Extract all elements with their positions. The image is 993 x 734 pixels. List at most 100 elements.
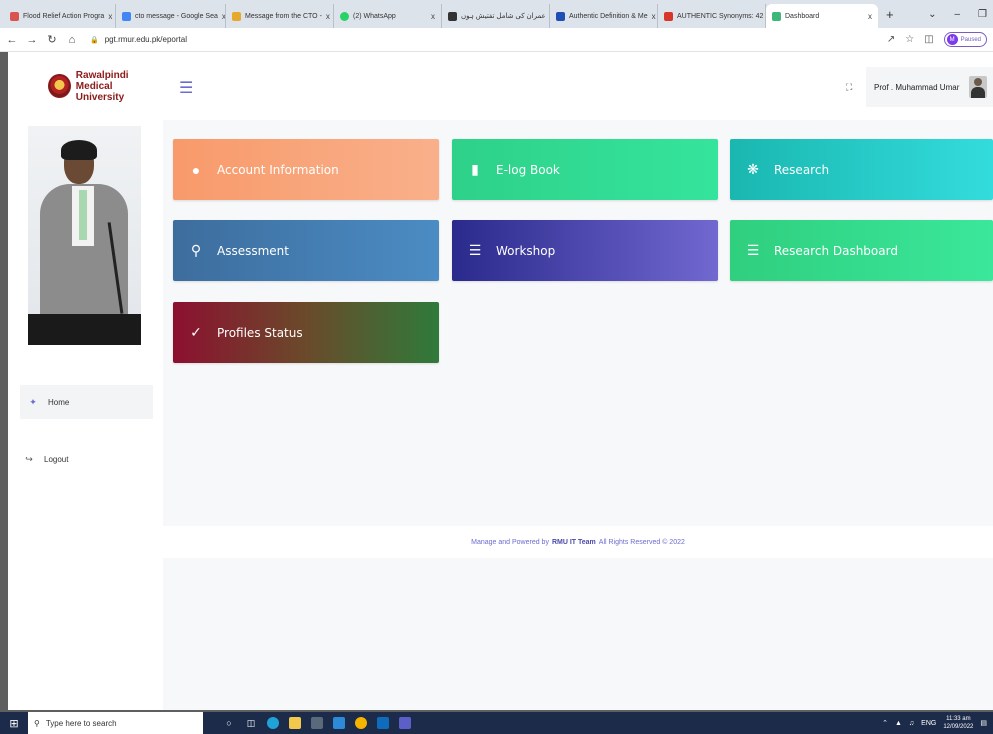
sidebar-item-label: Logout: [44, 454, 69, 464]
bookmark-star-icon[interactable]: ☆: [905, 34, 914, 45]
browser-tab[interactable]: عمران کی شامل تفتیش ہوں x: [442, 4, 550, 28]
forward-icon[interactable]: →: [26, 34, 38, 46]
windows-start-icon[interactable]: ⊞: [0, 717, 28, 730]
clock-date: 12/09/2022: [943, 724, 974, 730]
sidebar-item-logout[interactable]: ↪ Logout: [20, 442, 153, 476]
cortana-icon[interactable]: ○: [223, 717, 235, 729]
browser-tab[interactable]: cto message - Google Sea x: [116, 4, 226, 28]
footer-team-link[interactable]: RMU IT Team: [552, 539, 596, 546]
share-icon[interactable]: ↗: [887, 34, 895, 45]
outlook-icon[interactable]: [377, 717, 389, 729]
reload-icon[interactable]: ↻: [46, 33, 58, 46]
list-icon: ☰: [468, 242, 482, 258]
award-icon: ⚲: [190, 242, 202, 258]
taskbar-apps: ○ ◫: [223, 717, 411, 729]
tile-research[interactable]: ❋ Research: [730, 139, 993, 200]
user-icon: ●: [191, 161, 201, 178]
tab-search-icon[interactable]: ⌄: [928, 9, 936, 20]
tab-label: Authentic Definition & Me: [569, 12, 648, 20]
tab-close-icon[interactable]: x: [108, 12, 112, 21]
address-bar-actions: ↗ ☆ ◫ M Paused: [887, 32, 987, 47]
logout-icon: ↪: [25, 453, 33, 464]
browser-tab[interactable]: AUTHENTIC Synonyms: 42 x: [658, 4, 766, 28]
logo-line-2: University: [75, 91, 125, 103]
os-taskbar: ⊞ ⚲ Type here to search ○ ◫ ⌃ ▲ ♫ ENG 11…: [0, 712, 993, 734]
tile-account-information[interactable]: ● Account Information: [173, 139, 439, 200]
taskbar-clock[interactable]: 11:33 am 12/09/2022: [943, 715, 973, 731]
back-icon[interactable]: ←: [6, 34, 18, 46]
search-icon: ⚲: [34, 718, 40, 728]
page-footer: Manage and Powered by RMU IT Team All Ri…: [163, 526, 993, 558]
tile-e-log-book[interactable]: ▮ E-log Book: [452, 139, 718, 200]
clock-time: 11:33 am: [946, 716, 971, 722]
browser-tab-active[interactable]: Dashboard x: [766, 4, 878, 28]
fullscreen-icon[interactable]: ⛶: [846, 82, 852, 93]
url-field[interactable]: 🔒 pgt.rmur.edu.pk/eportal: [90, 35, 187, 44]
browser-tab[interactable]: Message from the CTO - x: [226, 4, 334, 28]
taskbar-search-box[interactable]: ⚲ Type here to search: [28, 712, 203, 734]
language-indicator[interactable]: ENG: [921, 720, 936, 727]
tab-favicon-icon: [10, 11, 19, 21]
maximize-icon[interactable]: ❐: [978, 9, 987, 20]
browser-tab[interactable]: (2) WhatsApp x: [334, 4, 442, 28]
tile-label: Research Dashboard: [774, 243, 898, 258]
file-explorer-icon[interactable]: [289, 717, 301, 729]
footer-prefix: Manage and Powered by: [471, 538, 549, 546]
window-controls: ⌄ – ❐: [928, 9, 993, 20]
url-text: pgt.rmur.edu.pk/eportal: [104, 35, 187, 44]
task-view-icon[interactable]: ◫: [245, 717, 257, 729]
university-emblem-icon: [48, 74, 71, 98]
top-header: Rawalpindi Medical University ☰ ⛶ Prof .…: [8, 52, 993, 120]
tray-chevron-icon[interactable]: ⌃: [882, 719, 888, 727]
tab-close-icon[interactable]: x: [431, 12, 435, 21]
university-logo[interactable]: Rawalpindi Medical University: [8, 52, 163, 120]
tab-favicon-icon: [232, 11, 241, 21]
tab-close-icon[interactable]: x: [326, 12, 330, 21]
user-profile-menu[interactable]: Prof . Muhammad Umar: [866, 67, 993, 107]
tile-profiles-status[interactable]: ✓ Profiles Status: [173, 302, 439, 363]
browser-tab-strip: Flood Relief Action Progra x cto message…: [0, 0, 993, 28]
new-tab-button[interactable]: +: [878, 7, 902, 22]
portal-page: Rawalpindi Medical University ☰ ⛶ Prof .…: [8, 52, 993, 710]
browser-tab[interactable]: Authentic Definition & Me x: [550, 4, 658, 28]
chrome-icon[interactable]: [355, 717, 367, 729]
list-icon: ☰: [746, 242, 760, 258]
menu-toggle-icon[interactable]: ☰: [179, 78, 193, 98]
tab-close-icon[interactable]: x: [868, 12, 872, 21]
tile-assessment[interactable]: ⚲ Assessment: [173, 220, 439, 281]
tile-label: Profiles Status: [217, 325, 303, 340]
user-avatar: [969, 76, 988, 98]
sidebar-item-label: Home: [48, 397, 70, 407]
user-name: Prof . Muhammad Umar: [874, 82, 960, 92]
edge-icon[interactable]: [267, 717, 279, 729]
tile-workshop[interactable]: ☰ Workshop: [452, 220, 718, 281]
profile-paused-button[interactable]: M Paused: [943, 32, 987, 47]
notifications-icon[interactable]: ▤: [980, 719, 987, 727]
calculator-icon[interactable]: [311, 717, 323, 729]
home-page-icon[interactable]: ⌂: [66, 34, 78, 46]
tab-favicon-icon: [664, 11, 673, 21]
sidebar: ✦ Home ↪ Logout: [8, 120, 163, 710]
tab-label: Message from the CTO -: [245, 12, 322, 20]
volume-icon[interactable]: ♫: [909, 720, 914, 727]
tab-close-icon[interactable]: x: [652, 12, 656, 21]
tab-label: cto message - Google Sea: [135, 12, 218, 20]
sidebar-item-home[interactable]: ✦ Home: [20, 385, 153, 419]
paused-label: Paused: [960, 36, 981, 43]
footer-suffix: All Rights Reserved © 2022: [598, 538, 685, 546]
tile-label: E-log Book: [496, 162, 560, 177]
side-panel-icon[interactable]: ◫: [924, 34, 933, 45]
tile-research-dashboard[interactable]: ☰ Research Dashboard: [730, 220, 993, 281]
taskbar-search-placeholder: Type here to search: [45, 718, 117, 728]
tab-favicon-icon: [448, 11, 457, 21]
home-icon: ✦: [29, 396, 37, 407]
book-icon: ▮: [471, 161, 479, 177]
profile-avatar-icon: M: [946, 34, 958, 45]
teams-icon[interactable]: [399, 717, 411, 729]
mail-icon[interactable]: [333, 717, 345, 729]
minimize-icon[interactable]: –: [954, 9, 960, 20]
logo-text: Rawalpindi Medical University: [76, 70, 163, 103]
network-icon[interactable]: ▲: [895, 720, 902, 727]
tab-label: Flood Relief Action Progra: [23, 12, 105, 20]
browser-tab[interactable]: Flood Relief Action Progra x: [4, 4, 116, 28]
